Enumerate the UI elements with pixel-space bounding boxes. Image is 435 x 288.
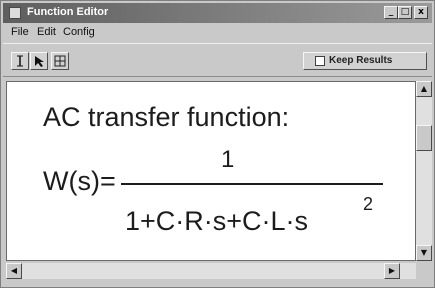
scroll-down-button[interactable]: ▼ <box>416 245 432 261</box>
text-cursor-icon <box>17 55 23 67</box>
fraction-bar <box>121 183 383 185</box>
grid-tool-button[interactable] <box>51 52 69 70</box>
formula-heading: AC transfer function: <box>43 102 290 132</box>
text-tool-button[interactable] <box>11 52 29 70</box>
scroll-right-button[interactable]: ▶ <box>384 263 400 279</box>
formula-numerator: 1 <box>221 146 235 173</box>
keep-results-label: Keep Results <box>329 55 393 66</box>
menu-file[interactable]: File <box>11 26 29 38</box>
menu-bar: File Edit Config <box>3 25 432 41</box>
minimize-button[interactable]: _ <box>384 6 398 19</box>
resize-grip[interactable] <box>416 263 432 279</box>
window-title: Function Editor <box>27 6 109 18</box>
menu-edit[interactable]: Edit <box>37 26 56 38</box>
horizontal-scrollbar[interactable]: ◀ ▶ <box>6 263 416 279</box>
app-window: Function Editor _ □ x File Edit Config K… <box>0 0 435 288</box>
toolbar: Keep Results <box>3 43 432 77</box>
maximize-button[interactable]: □ <box>398 6 412 19</box>
formula-lhs: W(s)= <box>43 166 116 196</box>
grid-icon <box>54 55 66 67</box>
menu-config[interactable]: Config <box>63 26 95 38</box>
app-icon <box>9 7 21 19</box>
keep-results-checkbox[interactable] <box>315 56 325 66</box>
formula-exponent: 2 <box>363 194 374 214</box>
close-button[interactable]: x <box>414 6 428 19</box>
formula-denominator: 1+C·R·s+C·L·s <box>125 206 309 236</box>
vertical-scrollbar[interactable]: ▲ ▼ <box>416 81 432 261</box>
formula-canvas[interactable]: AC transfer function: W(s)= 1 1+C·R·s+C·… <box>6 81 416 261</box>
scroll-up-button[interactable]: ▲ <box>416 81 432 97</box>
arrow-pointer-icon <box>35 56 44 67</box>
pointer-tool-button[interactable] <box>30 52 48 70</box>
keep-results-toggle[interactable]: Keep Results <box>303 52 427 70</box>
scroll-left-button[interactable]: ◀ <box>6 263 22 279</box>
title-bar[interactable]: Function Editor _ □ x <box>3 3 432 23</box>
vertical-scroll-thumb[interactable] <box>416 125 432 151</box>
